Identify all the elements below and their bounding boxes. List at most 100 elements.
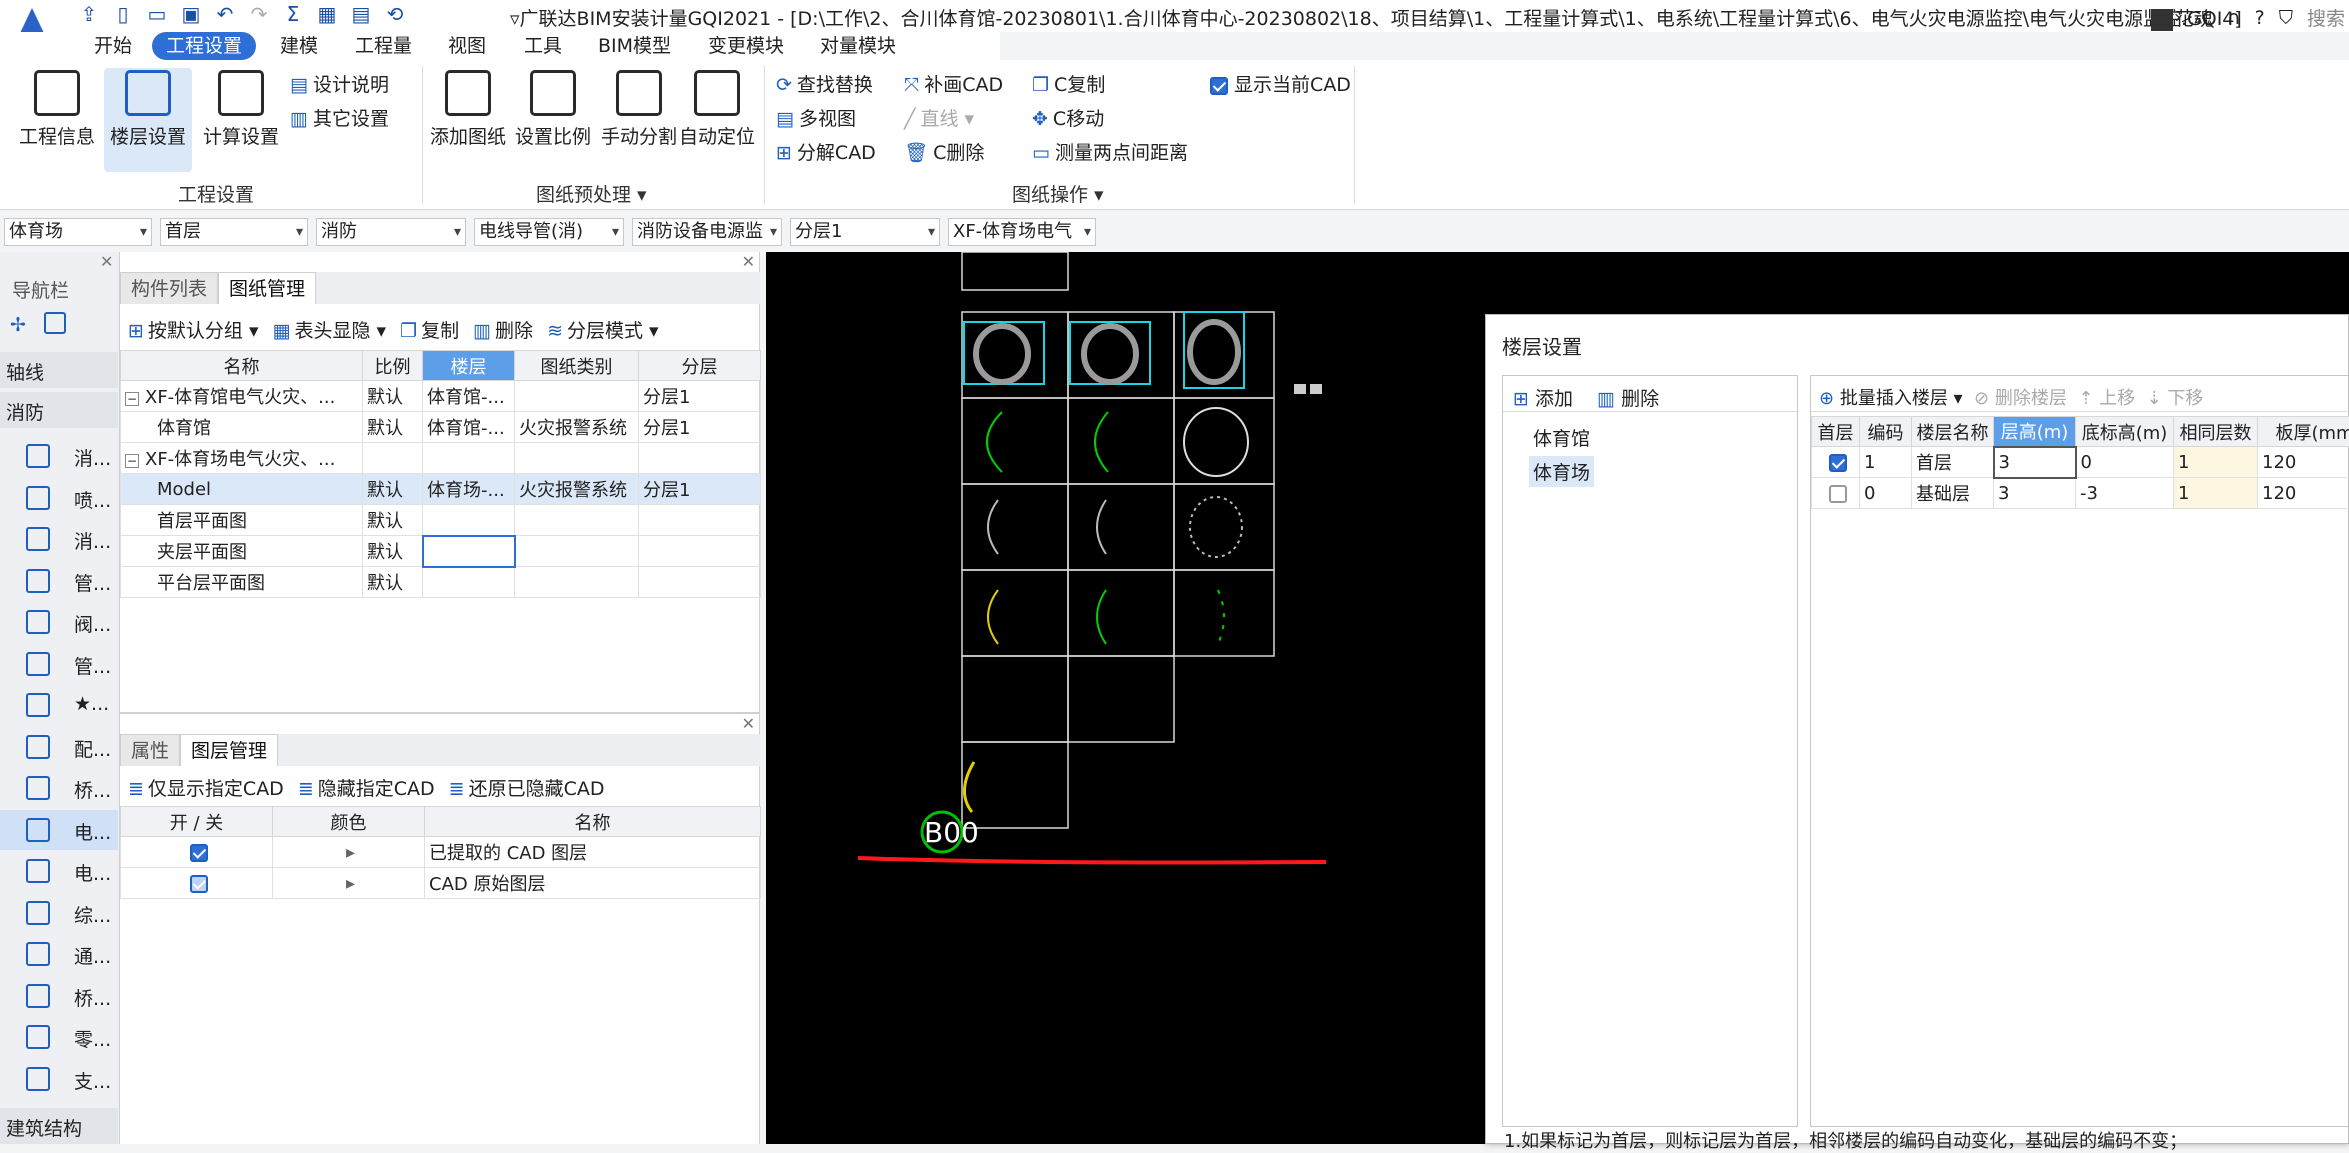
first-floor-checkbox[interactable] bbox=[1829, 485, 1847, 503]
calc-icon[interactable]: ▤ bbox=[350, 2, 372, 26]
nav-item[interactable]: 电... bbox=[0, 810, 118, 850]
show-current-cad-checkbox[interactable]: 显示当前CAD bbox=[1210, 70, 1351, 97]
col-floor-height[interactable]: 层高(m) bbox=[1994, 417, 2076, 447]
floor-select[interactable]: 首层 bbox=[160, 218, 308, 246]
table-row[interactable]: ▸ CAD 原始图层 bbox=[121, 868, 761, 899]
group-button[interactable]: ⊞按默认分组 ▾ bbox=[128, 316, 259, 343]
first-floor-checkbox[interactable] bbox=[1829, 454, 1847, 472]
drawing-floor[interactable]: 体育馆-... bbox=[423, 412, 515, 443]
drawing-floor[interactable] bbox=[423, 443, 515, 474]
drawing-scale[interactable]: 默认 bbox=[363, 567, 423, 598]
nav-item[interactable]: 综... bbox=[0, 893, 118, 933]
move-down-button[interactable]: ⇣ 下移 bbox=[2147, 388, 2204, 409]
nav-item[interactable]: 零... bbox=[0, 1017, 118, 1057]
menu-quantity[interactable]: 工程量 bbox=[355, 32, 412, 60]
close-icon[interactable]: ✕ bbox=[742, 252, 755, 271]
tab-layer-management[interactable]: 图层管理 bbox=[180, 734, 278, 766]
nav-item[interactable]: ★... bbox=[0, 685, 118, 725]
table-row[interactable]: Model默认体育场-...火灾报警系统分层1 bbox=[121, 474, 761, 505]
table-row[interactable]: −XF-体育场电气火灾、... bbox=[121, 443, 761, 474]
col-layer[interactable]: 分层 bbox=[639, 351, 761, 381]
nav-item[interactable]: 消... bbox=[0, 436, 118, 476]
bottom-elevation-cell[interactable]: -3 bbox=[2076, 478, 2174, 509]
table-row[interactable]: −XF-体育馆电气火灾、...默认体育馆-...分层1 bbox=[121, 381, 761, 412]
drawing-scale[interactable]: 默认 bbox=[363, 536, 423, 567]
drawing-category[interactable] bbox=[515, 443, 639, 474]
drawing-scale[interactable]: 默认 bbox=[363, 412, 423, 443]
drawing-scale[interactable] bbox=[363, 443, 423, 474]
menu-tools[interactable]: 工具 bbox=[524, 32, 562, 60]
drawing-category[interactable] bbox=[515, 381, 639, 412]
col-category[interactable]: 图纸类别 bbox=[515, 351, 639, 381]
table-row[interactable]: 0 基础层 3 -3 1 120 bbox=[1812, 478, 2349, 509]
explode-cad-button[interactable]: ⊞分解CAD bbox=[776, 138, 876, 165]
menu-view[interactable]: 视图 bbox=[448, 32, 486, 60]
add-building-button[interactable]: ⊞ 添加 bbox=[1513, 388, 1573, 410]
floor-name[interactable]: 首层 bbox=[1912, 447, 1994, 478]
auto-locate-button[interactable]: 自动定位 bbox=[676, 70, 758, 149]
col-scale[interactable]: 比例 bbox=[363, 351, 423, 381]
delete-floor-button[interactable]: ⊘ 删除楼层 bbox=[1974, 388, 2067, 409]
tab-drawing-management[interactable]: 图纸管理 bbox=[218, 272, 316, 304]
building-item[interactable]: 体育馆 bbox=[1533, 424, 1590, 451]
expand-icon[interactable]: ▸ bbox=[273, 868, 425, 899]
table-row[interactable]: 1 首层 3 0 1 120 bbox=[1812, 447, 2349, 478]
other-settings-button[interactable]: ▥其它设置 bbox=[290, 104, 389, 131]
nav-section-structure[interactable]: 建筑结构 bbox=[0, 1108, 118, 1144]
pin-icon[interactable]: ✢ bbox=[10, 314, 26, 336]
floor-name[interactable]: 基础层 bbox=[1912, 478, 1994, 509]
redo-icon[interactable]: ↷ bbox=[248, 2, 270, 26]
col-code[interactable]: 编码 bbox=[1860, 417, 1912, 447]
find-replace-button[interactable]: ⟳查找替换 bbox=[776, 70, 873, 97]
layer-select[interactable]: 分层1 bbox=[790, 218, 940, 246]
hide-cad-button[interactable]: ≣隐藏指定CAD bbox=[298, 774, 435, 801]
delete-button[interactable]: ▥删除 bbox=[473, 316, 533, 343]
drawing-category[interactable] bbox=[515, 567, 639, 598]
slab-thickness-cell[interactable]: 120 bbox=[2258, 478, 2349, 509]
drawing-category[interactable] bbox=[515, 505, 639, 536]
layer-mode-button[interactable]: ≋分层模式 ▾ bbox=[547, 316, 659, 343]
restore-cad-button[interactable]: ≣还原已隐藏CAD bbox=[449, 774, 605, 801]
user-name[interactable]: 花魂 bbox=[2151, 4, 2213, 31]
nav-item[interactable]: 桥... bbox=[0, 768, 118, 808]
col-slab-thickness[interactable]: 板厚(mm bbox=[2258, 417, 2349, 447]
multi-view-button[interactable]: ▤多视图 bbox=[776, 104, 856, 131]
drawing-floor[interactable]: 体育馆-... bbox=[423, 381, 515, 412]
nav-item[interactable]: 消... bbox=[0, 519, 118, 559]
same-floors-cell[interactable]: 1 bbox=[2174, 478, 2258, 509]
menu-change-module[interactable]: 变更模块 bbox=[708, 32, 784, 60]
menu-modeling[interactable]: 建模 bbox=[280, 32, 318, 60]
save-icon[interactable]: ▣ bbox=[180, 2, 202, 26]
redraw-cad-button[interactable]: ⤧补画CAD bbox=[904, 70, 1003, 97]
menu-project-settings[interactable]: 工程设置 bbox=[152, 32, 256, 60]
drawing-scale[interactable]: 默认 bbox=[363, 505, 423, 536]
menu-bim-model[interactable]: BIM模型 bbox=[598, 32, 671, 60]
line-button[interactable]: ╱直线 ▾ bbox=[904, 104, 974, 131]
design-notes-button[interactable]: ▤设计说明 bbox=[290, 70, 389, 97]
table-row[interactable]: 首层平面图默认 bbox=[121, 505, 761, 536]
nav-item[interactable]: 喷... bbox=[0, 478, 118, 518]
drawing-category[interactable]: 火灾报警系统 bbox=[515, 412, 639, 443]
sync-icon[interactable]: ⟲ bbox=[384, 2, 406, 26]
collapse-icon[interactable]: − bbox=[125, 392, 139, 406]
col-on-off[interactable]: 开 / 关 bbox=[121, 807, 273, 837]
nav-item[interactable]: 配... bbox=[0, 727, 118, 767]
delete-building-button[interactable]: ▥ 删除 bbox=[1597, 388, 1659, 410]
drawing-layer[interactable] bbox=[639, 443, 761, 474]
drawing-floor[interactable] bbox=[423, 536, 515, 567]
nav-item[interactable]: 管... bbox=[0, 644, 118, 684]
layer-toggle-checkbox[interactable] bbox=[190, 844, 208, 862]
drawing-category[interactable] bbox=[515, 536, 639, 567]
nav-section-axis[interactable]: 轴线 bbox=[0, 352, 118, 388]
menu-start[interactable]: 开始 bbox=[94, 32, 132, 60]
add-drawing-button[interactable]: 添加图纸 bbox=[428, 70, 508, 149]
nav-item[interactable]: 支... bbox=[0, 1059, 118, 1099]
col-same-floors[interactable]: 相同层数 bbox=[2174, 417, 2258, 447]
same-floors-cell[interactable]: 1 bbox=[2174, 447, 2258, 478]
drawing-floor[interactable]: 体育场-... bbox=[423, 474, 515, 505]
drawing-scale[interactable]: 默认 bbox=[363, 381, 423, 412]
drawing-layer[interactable] bbox=[639, 536, 761, 567]
floor-height-cell[interactable]: 3 bbox=[1994, 478, 2076, 509]
close-icon[interactable]: ✕ bbox=[742, 714, 755, 733]
open-folder-icon[interactable]: ▭ bbox=[146, 2, 168, 26]
